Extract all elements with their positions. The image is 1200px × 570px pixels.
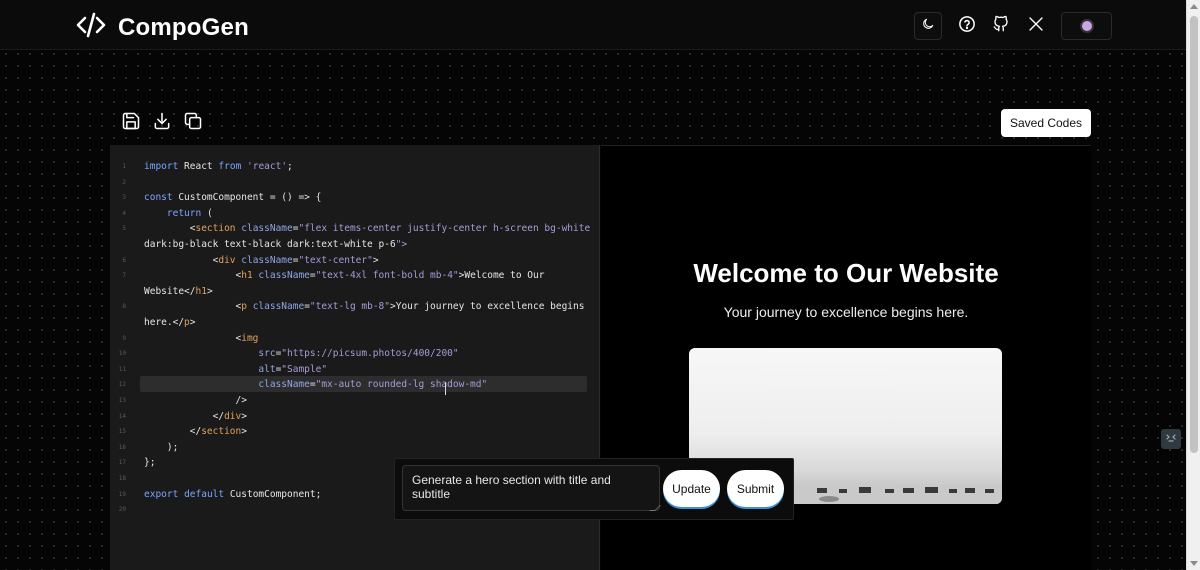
line-number: 20 — [118, 506, 126, 514]
robot-face-icon — [1164, 430, 1178, 449]
user-menu-button[interactable] — [1061, 12, 1112, 40]
line-number: 3 — [122, 194, 126, 202]
save-button[interactable] — [120, 112, 142, 134]
line-number: 5 — [122, 225, 126, 233]
line-number: 2 — [122, 178, 126, 186]
code-line[interactable]: 7 <h1 className="text-4xl font-bold mb-4… — [110, 269, 600, 285]
code-line[interactable]: 8 <p className="text-lg mb-8">Your journ… — [110, 300, 600, 316]
line-number: 1 — [122, 163, 126, 170]
code-text: </div> — [144, 410, 247, 422]
line-number: 6 — [122, 256, 126, 264]
code-text: here.</p> — [144, 317, 196, 328]
line-number: 19 — [118, 490, 126, 498]
code-text: <section className="flex items-center ju… — [144, 223, 591, 235]
line-number: 4 — [122, 209, 126, 217]
extension-widget[interactable] — [1161, 429, 1181, 449]
scroll-up-arrow[interactable] — [1190, 4, 1198, 9]
code-line[interactable]: Website</h1> — [110, 285, 600, 301]
save-icon — [121, 111, 141, 136]
line-number: 18 — [118, 475, 126, 482]
code-line[interactable]: 6 <div className="text-center"> — [110, 254, 600, 270]
code-text: /> — [144, 395, 247, 406]
app-name: CompoGen — [118, 13, 249, 41]
line-number: 12 — [118, 381, 126, 389]
code-line[interactable]: 14 </div> — [110, 410, 600, 426]
github-link[interactable] — [987, 12, 1015, 40]
code-line[interactable]: 13 /> — [110, 394, 600, 410]
code-text: Website</h1> — [144, 285, 213, 297]
scroll-down-arrow[interactable] — [1190, 561, 1198, 566]
code-line[interactable]: 4 return ( — [110, 207, 600, 223]
help-button[interactable] — [953, 12, 981, 40]
code-line[interactable]: here.</p> — [110, 316, 600, 332]
code-line[interactable]: 2 — [110, 176, 600, 192]
line-number: 15 — [118, 428, 126, 436]
code-text: }; — [144, 457, 156, 469]
preview-title: Welcome to Our Website — [693, 258, 999, 288]
github-icon — [992, 15, 1010, 38]
saved-codes-button[interactable]: Saved Codes — [1001, 109, 1091, 137]
text-cursor — [445, 382, 446, 395]
code-line[interactable]: 16 ); — [110, 441, 600, 457]
code-line[interactable]: 3 const CustomComponent = () => { — [110, 191, 600, 207]
code-line[interactable]: 9 <img — [110, 332, 600, 348]
line-number: 16 — [118, 443, 126, 451]
moon-icon — [921, 17, 935, 36]
x-logo-icon — [1027, 15, 1045, 38]
code-text: export default CustomComponent; — [144, 488, 322, 500]
line-number: 10 — [118, 350, 126, 358]
line-number: 7 — [122, 272, 126, 280]
prompt-panel: Update Submit — [394, 458, 794, 520]
top-navbar: CompoGen — [0, 0, 1186, 50]
brand[interactable]: CompoGen — [76, 11, 249, 44]
code-text: <div className="text-center"> — [144, 254, 379, 266]
code-text: alt="Sample" — [258, 363, 328, 375]
code-text: </section> — [144, 426, 247, 438]
x-twitter-link[interactable] — [1022, 12, 1050, 40]
code-text: ); — [144, 441, 179, 453]
code-brackets-icon — [76, 11, 106, 44]
code-line[interactable]: 1 import React from 'react'; — [110, 160, 600, 176]
prompt-input[interactable] — [402, 465, 660, 511]
page-scrollbar[interactable] — [1186, 0, 1200, 570]
code-line[interactable]: 5 <section className="flex items-center … — [110, 222, 600, 238]
code-text: src="https://picsum.photos/400/200" — [258, 348, 459, 360]
avatar — [1081, 21, 1092, 31]
code-text: return ( — [166, 207, 213, 219]
line-number: 9 — [122, 334, 126, 342]
scroll-thumb[interactable] — [1190, 16, 1198, 453]
download-button[interactable] — [151, 112, 173, 134]
preview-subtitle: Your journey to excellence begins here. — [723, 304, 969, 320]
line-number: 17 — [118, 459, 126, 467]
code-text: <h1 className="text-4xl font-bold mb-4">… — [144, 270, 545, 282]
line-number: 14 — [118, 412, 126, 420]
code-text: <img — [144, 332, 259, 344]
code-line[interactable]: 15 </section> — [110, 425, 600, 441]
code-text: import React from 'react'; — [144, 161, 293, 172]
code-text: const CustomComponent = () => { — [144, 192, 322, 204]
theme-toggle-button[interactable] — [914, 12, 942, 40]
code-line[interactable]: 10 src="https://picsum.photos/400/200" — [110, 347, 600, 363]
line-number: 8 — [122, 303, 126, 311]
line-number: 13 — [118, 397, 126, 404]
help-circle-icon — [958, 15, 976, 38]
code-line[interactable]: 12 className="mx-auto rounded-lg shadow-… — [110, 376, 600, 394]
submit-button[interactable]: Submit — [727, 470, 784, 507]
code-text: dark:bg-black text-black dark:text-white… — [144, 239, 408, 250]
copy-icon — [183, 111, 203, 136]
code-text: <p className="text-lg mb-8">Your journey… — [144, 301, 585, 313]
copy-button[interactable] — [182, 112, 204, 134]
update-button[interactable]: Update — [663, 470, 720, 507]
code-text: className="mx-auto rounded-lg shadow-md" — [258, 379, 488, 391]
line-number: 11 — [118, 365, 126, 373]
code-line[interactable]: dark:bg-black text-black dark:text-white… — [110, 238, 600, 254]
download-icon — [152, 111, 172, 136]
